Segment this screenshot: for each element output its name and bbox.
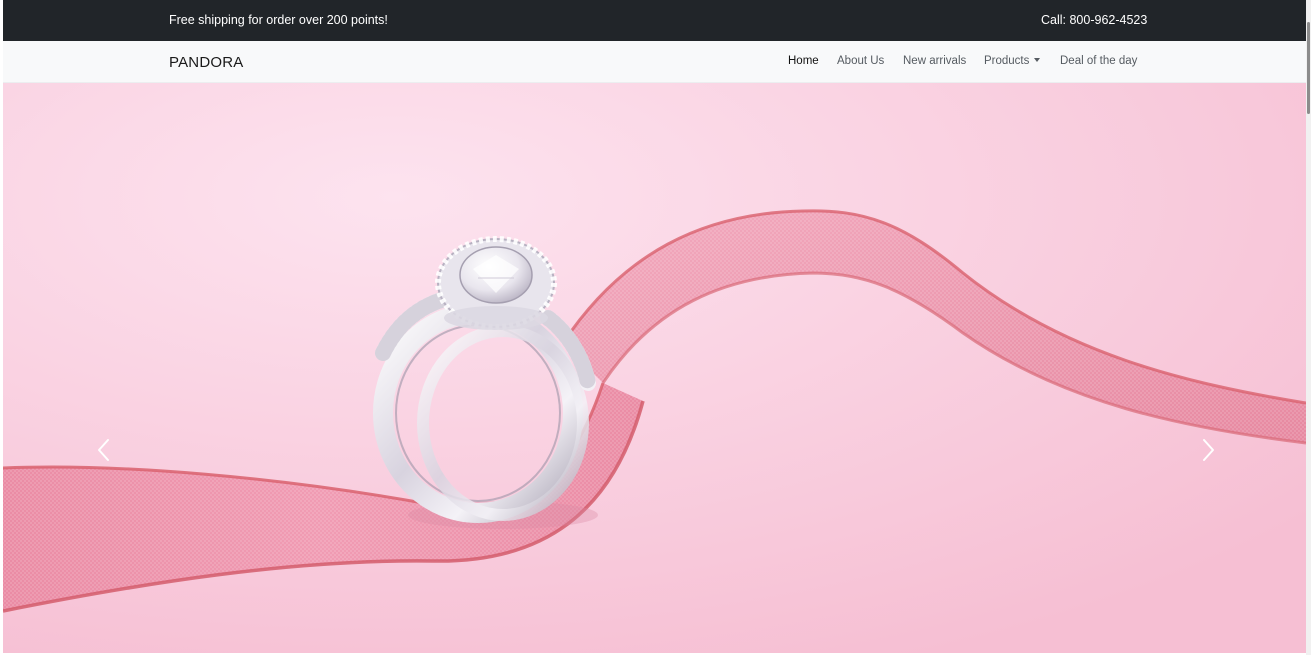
top-bar: Free shipping for order over 200 points!… — [3, 0, 1306, 41]
page-scrollbar[interactable] — [1306, 0, 1311, 655]
chevron-right-icon[interactable] — [1193, 435, 1223, 465]
phone-number: Call: 800-962-4523 — [1041, 13, 1148, 27]
hero-carousel — [3, 83, 1306, 653]
nav-about-us[interactable]: About Us — [837, 55, 884, 67]
caret-down-icon — [1034, 58, 1041, 62]
shipping-notice: Free shipping for order over 200 points! — [169, 13, 388, 27]
nav-home[interactable]: Home — [788, 55, 819, 67]
nav-new-arrivals[interactable]: New arrivals — [903, 55, 966, 67]
nav-deal-of-the-day[interactable]: Deal of the day — [1060, 55, 1137, 67]
navbar: PANDORA Home About Us New arrivals Produ… — [3, 41, 1306, 83]
chevron-left-icon[interactable] — [89, 435, 119, 465]
scrollbar-thumb[interactable] — [1307, 22, 1310, 114]
carousel-slide-image — [3, 83, 1306, 653]
nav-products-dropdown[interactable]: Products — [984, 55, 1041, 67]
nav-products-label: Products — [984, 55, 1030, 67]
page: Free shipping for order over 200 points!… — [3, 0, 1306, 655]
brand-logo[interactable]: PANDORA — [169, 54, 243, 71]
